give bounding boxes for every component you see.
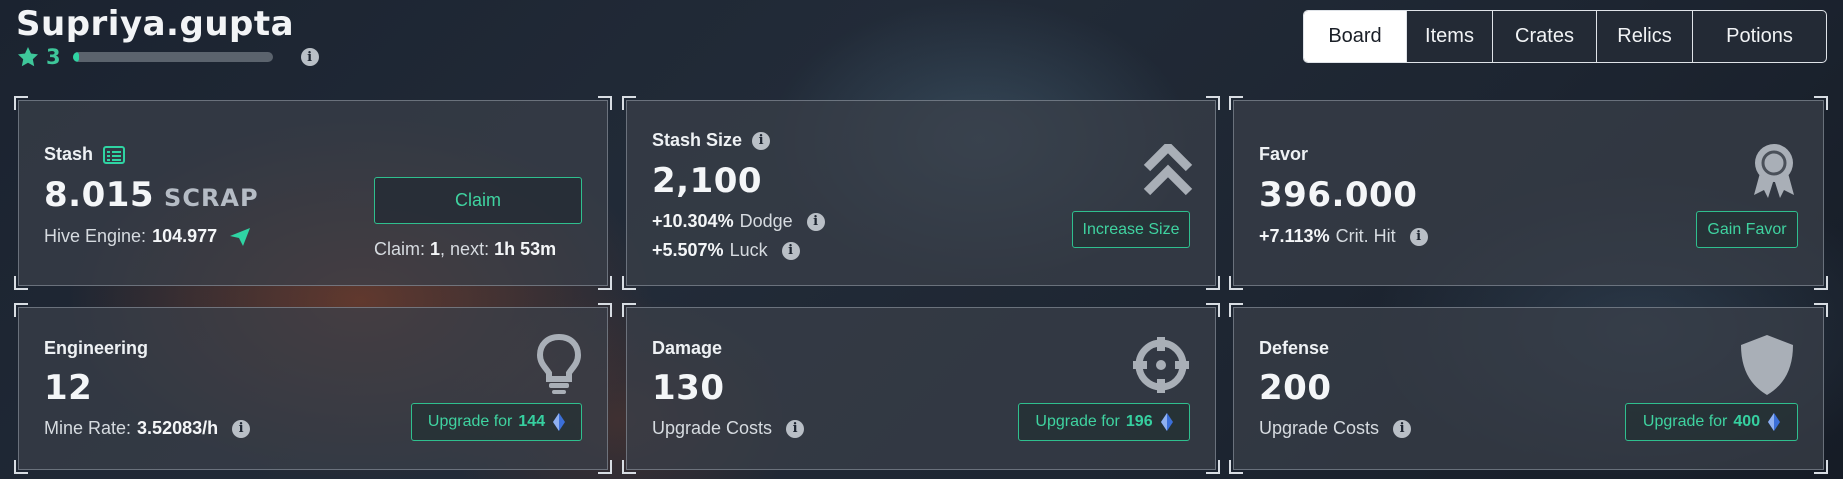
hive-engine-label: Hive Engine: xyxy=(44,226,147,246)
info-icon[interactable]: i xyxy=(1409,227,1428,246)
stash-unit: SCRAP xyxy=(164,184,259,212)
stash-size-title-text: Stash Size xyxy=(652,130,743,150)
upgrade-costs-label: Upgrade Costs xyxy=(652,418,773,438)
engineering-card: Engineering 12 Mine Rate: 3.52083/h i Up… xyxy=(14,303,612,474)
claim-label: Claim: xyxy=(374,239,426,259)
damage-costs-line: Upgrade Costs i xyxy=(652,418,805,439)
tab-crates[interactable]: Crates xyxy=(1492,11,1596,62)
claim-info: Claim: 1 , next: 1h 53m xyxy=(374,239,556,260)
profile-header: Supriya.gupta 3 i xyxy=(16,4,319,69)
username: Supriya.gupta xyxy=(16,4,295,44)
mine-rate-line: Mine Rate: 3.52083/h i xyxy=(44,418,251,439)
stash-title: Stash xyxy=(44,144,126,165)
tab-bar: Board Items Crates Relics Potions xyxy=(1303,10,1827,63)
damage-card: Damage 130 Upgrade Costs i Upgrade for 1… xyxy=(622,303,1220,474)
favor-card: Favor 396.000 +7.113% Crit. Hit i Gain F… xyxy=(1229,96,1828,290)
claim-count: 1 xyxy=(430,239,441,259)
info-icon[interactable]: i xyxy=(786,419,805,438)
gem-icon xyxy=(553,413,566,431)
defense-upgrade-button[interactable]: Upgrade for 400 xyxy=(1625,403,1798,441)
stash-title-text: Stash xyxy=(44,144,94,164)
info-icon[interactable]: i xyxy=(232,419,251,438)
hive-engine-value: 104.977 xyxy=(152,226,218,246)
dodge-line: +10.304% Dodge i xyxy=(652,211,825,232)
stash-card: Stash 8.015 SCRAP Hive Engine: 104.977 C… xyxy=(14,96,612,290)
next-time: 1h 53m xyxy=(494,239,557,259)
stash-size-title: Stash Size i xyxy=(652,130,771,151)
crosshair-icon xyxy=(1133,337,1189,393)
gem-icon xyxy=(1768,413,1781,431)
info-icon[interactable]: i xyxy=(300,48,319,66)
double-chevron-up-icon xyxy=(1143,144,1193,196)
upgrade-costs-label: Upgrade Costs xyxy=(1259,418,1380,438)
favor-title: Favor xyxy=(1259,144,1309,164)
stash-value-row: 8.015 SCRAP xyxy=(44,175,259,215)
defense-title: Defense xyxy=(1259,338,1330,358)
upgrade-label: Upgrade for xyxy=(1642,413,1728,430)
award-icon xyxy=(1754,144,1794,198)
claim-button[interactable]: Claim xyxy=(374,177,582,224)
shield-icon xyxy=(1741,335,1793,395)
upgrade-cost: 144 xyxy=(518,413,546,430)
tab-potions[interactable]: Potions xyxy=(1692,11,1826,62)
info-icon[interactable]: i xyxy=(806,212,825,231)
dodge-value: +10.304% xyxy=(652,211,734,231)
engineering-value: 12 xyxy=(44,368,93,408)
gain-favor-button[interactable]: Gain Favor xyxy=(1696,211,1798,248)
defense-costs-line: Upgrade Costs i xyxy=(1259,418,1412,439)
stash-size-value: 2,100 xyxy=(652,161,763,201)
gem-icon xyxy=(1160,413,1173,431)
level-number: 3 xyxy=(46,45,61,69)
info-icon[interactable]: i xyxy=(1393,419,1412,438)
damage-value: 130 xyxy=(652,368,725,408)
stash-size-card: Stash Size i 2,100 +10.304% Dodge i +5.5… xyxy=(622,96,1220,290)
engineering-upgrade-button[interactable]: Upgrade for 144 xyxy=(411,403,582,441)
defense-value: 200 xyxy=(1259,368,1332,408)
info-icon[interactable]: i xyxy=(752,131,771,150)
hive-engine-line: Hive Engine: 104.977 xyxy=(44,226,251,247)
crit-value: +7.113% xyxy=(1259,226,1330,246)
stash-value: 8.015 xyxy=(44,175,155,215)
luck-line: +5.507% Luck i xyxy=(652,240,800,261)
defense-card: Defense 200 Upgrade Costs i Upgrade for … xyxy=(1229,303,1828,474)
dodge-label: Dodge xyxy=(739,211,793,231)
list-icon[interactable] xyxy=(103,145,126,164)
favor-value: 396.000 xyxy=(1259,175,1418,215)
increase-size-button[interactable]: Increase Size xyxy=(1072,211,1190,248)
tab-board[interactable]: Board xyxy=(1304,11,1406,62)
upgrade-cost: 400 xyxy=(1733,413,1761,430)
crit-line: +7.113% Crit. Hit i xyxy=(1259,226,1428,247)
next-label: , next: xyxy=(440,239,490,259)
tab-items[interactable]: Items xyxy=(1406,11,1492,62)
lightbulb-icon xyxy=(536,333,582,394)
send-icon[interactable] xyxy=(229,227,251,247)
level-row: 3 i xyxy=(16,45,319,69)
crit-label: Crit. Hit xyxy=(1335,226,1396,246)
xp-progress-bar xyxy=(72,52,273,62)
upgrade-label: Upgrade for xyxy=(1035,413,1120,430)
upgrade-cost: 196 xyxy=(1125,413,1153,430)
luck-label: Luck xyxy=(729,240,768,260)
luck-value: +5.507% xyxy=(652,240,724,260)
tab-relics[interactable]: Relics xyxy=(1596,11,1692,62)
mine-rate-label: Mine Rate: xyxy=(44,418,132,438)
damage-upgrade-button[interactable]: Upgrade for 196 xyxy=(1018,403,1190,441)
star-icon xyxy=(18,47,38,67)
engineering-title: Engineering xyxy=(44,338,149,358)
xp-progress-fill xyxy=(72,52,79,62)
mine-rate-value: 3.52083/h xyxy=(137,418,219,438)
damage-title: Damage xyxy=(652,338,723,358)
upgrade-label: Upgrade for xyxy=(427,413,513,430)
info-icon[interactable]: i xyxy=(781,241,800,260)
